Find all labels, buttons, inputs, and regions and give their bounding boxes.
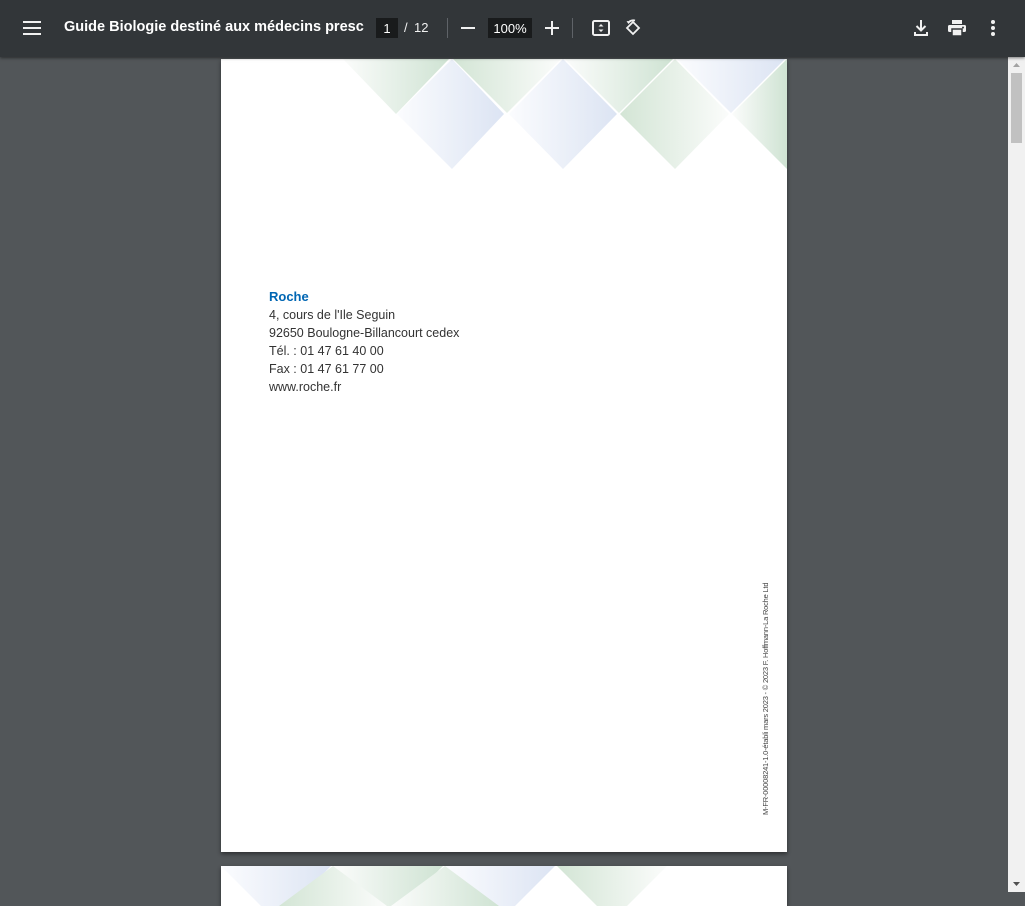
print-icon [948, 20, 966, 36]
print-button[interactable] [941, 12, 973, 44]
address-line-1: 4, cours de l'Ile Seguin [269, 308, 396, 322]
scroll-up-button[interactable] [1008, 57, 1025, 73]
rotate-icon [625, 19, 641, 36]
company-address-block: Roche 4, cours de l'Ile Seguin 92650 Bou… [269, 288, 459, 396]
more-options-button[interactable] [977, 12, 1009, 44]
arrow-down-icon [1013, 882, 1020, 886]
decorative-diamond-pattern [343, 59, 787, 169]
more-vert-icon [991, 20, 995, 36]
menu-icon [23, 21, 41, 35]
pdf-page: Roche 4, cours de l'Ile Seguin 92650 Bou… [221, 59, 787, 852]
website-link[interactable]: www.roche.fr [269, 378, 459, 396]
arrow-up-icon [1013, 63, 1020, 67]
document-title: Guide Biologie destiné aux médecins pres… [64, 19, 364, 35]
pdf-page-next [221, 866, 787, 906]
address-line-2: 92650 Boulogne-Billancourt cedex [269, 326, 460, 340]
zoom-input[interactable] [488, 18, 532, 38]
toolbar-divider [447, 18, 448, 38]
zoom-in-button[interactable] [536, 12, 568, 44]
page-separator: / [404, 20, 408, 35]
page-number-input[interactable] [376, 18, 398, 38]
decorative-diamond-pattern [221, 866, 667, 906]
rotate-button[interactable] [617, 12, 649, 44]
zoom-out-button[interactable] [452, 12, 484, 44]
scrollbar-thumb[interactable] [1011, 73, 1022, 143]
fax-number: Fax : 01 47 61 77 00 [269, 362, 384, 376]
company-name: Roche [269, 289, 309, 304]
legal-reference-text: M-FR-00008241-1.0-établi mars 2023 - © 2… [761, 582, 770, 815]
phone-number: Tél. : 01 47 61 40 00 [269, 344, 384, 358]
menu-button[interactable] [16, 12, 48, 44]
fit-page-button[interactable] [585, 12, 617, 44]
download-icon [914, 20, 928, 36]
scroll-down-button[interactable] [1008, 876, 1025, 892]
toolbar-divider [572, 18, 573, 38]
scrollbar-track[interactable] [1008, 57, 1025, 892]
pdf-toolbar: Guide Biologie destiné aux médecins pres… [0, 0, 1025, 57]
download-button[interactable] [905, 12, 937, 44]
page-total: 12 [414, 20, 429, 35]
fit-page-icon [592, 20, 610, 36]
zoom-in-icon [545, 21, 559, 35]
zoom-out-icon [461, 27, 475, 29]
